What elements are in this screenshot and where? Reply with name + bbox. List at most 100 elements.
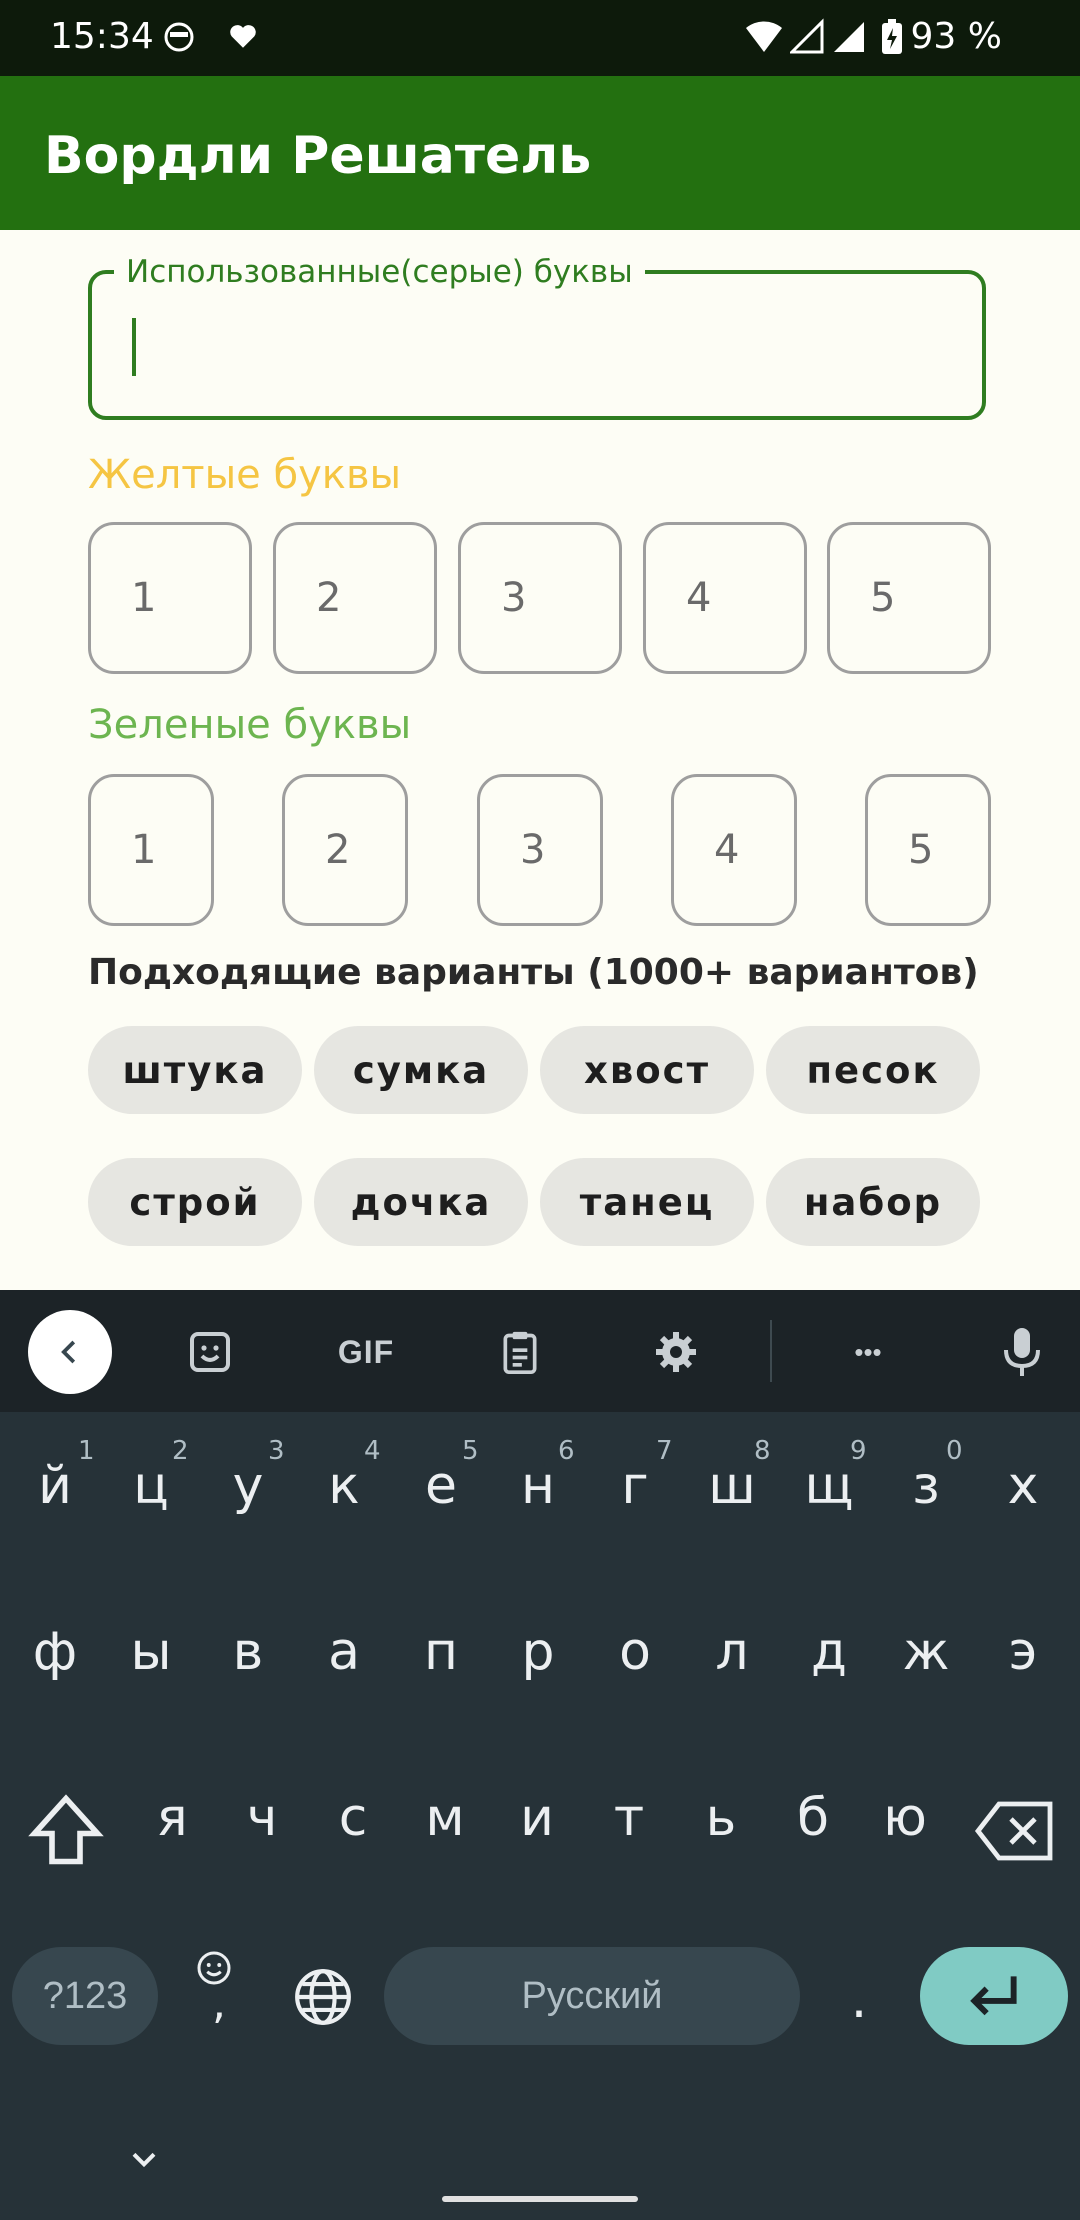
- word-chip[interactable]: песок: [766, 1026, 980, 1114]
- green-letters-label: Зеленые буквы: [88, 702, 412, 748]
- more-icon[interactable]: •••: [826, 1310, 910, 1394]
- toolbar-divider: [770, 1320, 772, 1382]
- key[interactable]: п: [396, 1622, 486, 1682]
- clipboard-icon[interactable]: [478, 1310, 562, 1394]
- key[interactable]: ш: [687, 1456, 777, 1516]
- word-chip[interactable]: сумка: [314, 1026, 528, 1114]
- key[interactable]: э: [978, 1622, 1068, 1682]
- key[interactable]: в: [203, 1622, 293, 1682]
- key[interactable]: у: [203, 1456, 293, 1516]
- key[interactable]: д: [784, 1622, 874, 1682]
- key[interactable]: и: [492, 1788, 582, 1848]
- symbols-key[interactable]: ?123: [12, 1947, 158, 2045]
- key[interactable]: р: [493, 1622, 583, 1682]
- key[interactable]: л: [687, 1622, 777, 1682]
- soft-keyboard: GIF ••• 1 2 3 4 5 6 7 8 9 0 й ц у к е н …: [0, 1290, 1080, 2220]
- key[interactable]: т: [584, 1788, 674, 1848]
- yellow-letter-field-1[interactable]: 1: [88, 522, 252, 674]
- key[interactable]: ф: [10, 1622, 100, 1682]
- key[interactable]: о: [590, 1622, 680, 1682]
- keyboard-toolbar: GIF •••: [0, 1290, 1080, 1412]
- space-bar[interactable]: Русский: [384, 1947, 800, 2045]
- signal-icon: [788, 18, 824, 63]
- gif-icon[interactable]: GIF: [324, 1310, 408, 1394]
- key[interactable]: й: [10, 1456, 100, 1516]
- green-letter-placeholder: 5: [908, 827, 934, 873]
- app-bar: Вордли Решатель: [0, 76, 1080, 230]
- green-letter-field-1[interactable]: 1: [88, 774, 214, 926]
- green-letter-field-4[interactable]: 4: [671, 774, 797, 926]
- key[interactable]: х: [978, 1456, 1068, 1516]
- word-chip[interactable]: танец: [540, 1158, 754, 1246]
- back-chevron-icon[interactable]: [28, 1310, 112, 1394]
- green-letter-field-5[interactable]: 5: [865, 774, 991, 926]
- text-cursor: [132, 318, 136, 376]
- space-bar-label: Русский: [521, 1974, 663, 2017]
- word-chip[interactable]: хвост: [540, 1026, 754, 1114]
- key[interactable]: н: [493, 1456, 583, 1516]
- key[interactable]: а: [299, 1622, 389, 1682]
- key[interactable]: е: [396, 1456, 486, 1516]
- shift-icon[interactable]: [24, 1788, 108, 1872]
- yellow-letter-field-2[interactable]: 2: [273, 522, 437, 674]
- sticker-icon[interactable]: [168, 1310, 252, 1394]
- more-label: •••: [854, 1336, 882, 1367]
- yellow-letters-label: Желтые буквы: [88, 452, 402, 498]
- settings-icon[interactable]: [634, 1310, 718, 1394]
- microphone-icon[interactable]: [980, 1310, 1064, 1394]
- status-time: 15:34: [50, 16, 154, 57]
- yellow-letter-placeholder: 5: [870, 575, 896, 621]
- green-letter-placeholder: 4: [714, 827, 740, 873]
- word-chip[interactable]: штука: [88, 1026, 302, 1114]
- battery-charging-icon: [880, 18, 904, 65]
- key[interactable]: ы: [106, 1622, 196, 1682]
- symbols-label: ?123: [42, 1974, 128, 2017]
- wifi-icon: [744, 18, 784, 63]
- yellow-letter-placeholder: 4: [686, 575, 712, 621]
- yellow-letter-field-3[interactable]: 3: [458, 522, 622, 674]
- key[interactable]: ю: [860, 1788, 950, 1848]
- key[interactable]: б: [768, 1788, 858, 1848]
- key[interactable]: щ: [784, 1456, 874, 1516]
- yellow-letter-placeholder: 3: [501, 575, 527, 621]
- key[interactable]: з: [881, 1456, 971, 1516]
- key[interactable]: ц: [106, 1456, 196, 1516]
- key[interactable]: к: [299, 1456, 389, 1516]
- results-count-label: Подходящие варианты (1000+ вариантов): [88, 952, 979, 993]
- key[interactable]: с: [308, 1788, 398, 1848]
- word-chip[interactable]: строй: [88, 1158, 302, 1246]
- hide-keyboard-icon[interactable]: [124, 2146, 168, 2186]
- battery-percent: 93 %: [910, 16, 1002, 57]
- comma-key[interactable]: ,: [174, 1978, 264, 2029]
- yellow-letter-field-5[interactable]: 5: [827, 522, 991, 674]
- gesture-nav-handle[interactable]: [442, 2196, 638, 2202]
- key[interactable]: я: [127, 1788, 217, 1848]
- main-content: Использованные(серые) буквы Желтые буквы…: [0, 230, 1080, 1290]
- yellow-letter-field-4[interactable]: 4: [643, 522, 807, 674]
- word-chip[interactable]: набор: [766, 1158, 980, 1246]
- status-bar: 15:34 93 %: [0, 0, 1080, 76]
- signal-icon: [832, 18, 866, 63]
- green-letter-placeholder: 1: [131, 827, 157, 873]
- heart-icon: [226, 18, 260, 61]
- period-key[interactable]: .: [814, 1970, 904, 2030]
- globe-icon[interactable]: [292, 1966, 354, 2028]
- key[interactable]: г: [590, 1456, 680, 1516]
- used-letters-label: Использованные(серые) буквы: [114, 254, 645, 290]
- app-title: Вордли Решатель: [44, 126, 592, 186]
- green-letter-placeholder: 3: [520, 827, 546, 873]
- face-icon: [162, 18, 196, 63]
- yellow-letter-placeholder: 1: [131, 575, 157, 621]
- yellow-letter-placeholder: 2: [316, 575, 342, 621]
- used-letters-input[interactable]: Использованные(серые) буквы: [88, 254, 986, 420]
- key[interactable]: ч: [217, 1788, 307, 1848]
- word-chip[interactable]: дочка: [314, 1158, 528, 1246]
- green-letter-field-2[interactable]: 2: [282, 774, 408, 926]
- enter-key[interactable]: [920, 1947, 1068, 2045]
- green-letter-field-3[interactable]: 3: [477, 774, 603, 926]
- key[interactable]: ж: [881, 1622, 971, 1682]
- gif-label: GIF: [337, 1333, 395, 1370]
- key[interactable]: м: [400, 1788, 490, 1848]
- key[interactable]: ь: [676, 1788, 766, 1848]
- backspace-icon[interactable]: [972, 1796, 1056, 1866]
